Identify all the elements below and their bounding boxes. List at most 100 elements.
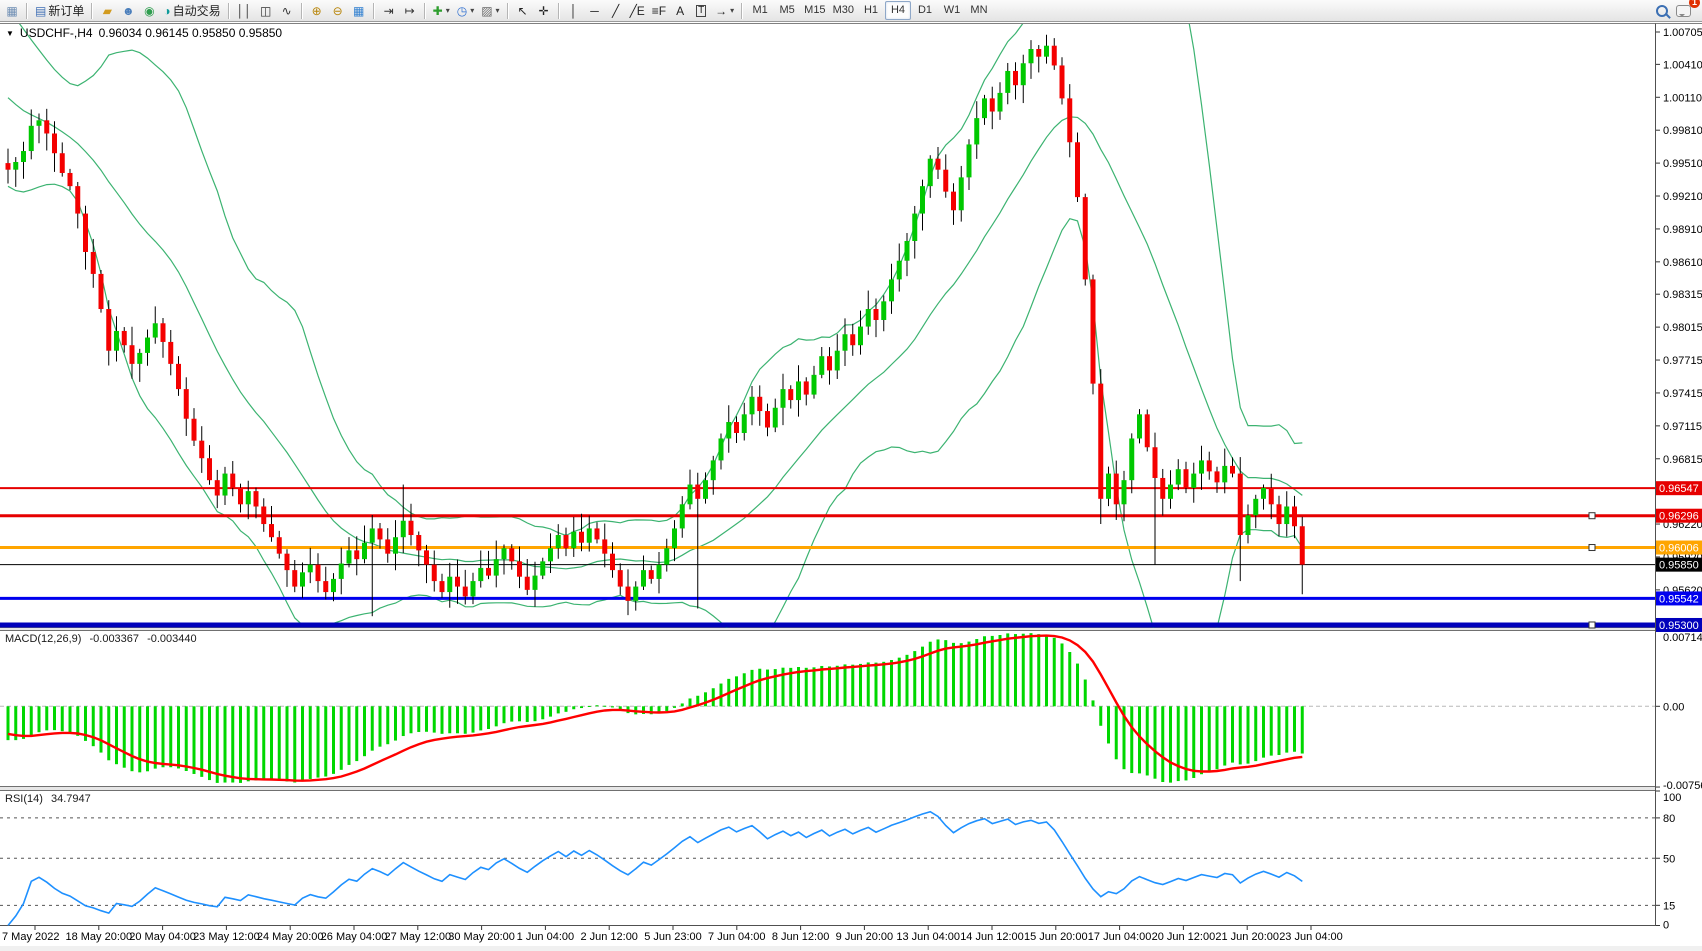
text-button[interactable]: A	[670, 1, 690, 20]
price-axis-label: 0.99810	[1663, 125, 1702, 137]
candle-body	[13, 162, 18, 170]
line-handle[interactable]	[1589, 513, 1595, 519]
candle-body	[44, 120, 49, 133]
candle-body	[114, 331, 119, 351]
macd-bar	[332, 706, 335, 774]
signals-button[interactable]: ◉	[139, 1, 159, 20]
candle-body	[347, 550, 352, 563]
notifications-button[interactable]: 1	[1673, 1, 1694, 20]
auto-scroll-button[interactable]: ⇥	[379, 1, 399, 20]
candle-body	[106, 309, 111, 351]
new-order-button[interactable]: ▤新订单	[32, 1, 87, 20]
candle-body	[331, 579, 336, 592]
fibonacci-button[interactable]: ≡F	[649, 1, 669, 20]
candle-body	[703, 480, 708, 499]
chart-title: ▼ USDCHF-,H4 0.96034 0.96145 0.95850 0.9…	[6, 26, 282, 40]
macd-bar	[1223, 706, 1226, 765]
timeframe-h1-button[interactable]: H1	[858, 1, 884, 20]
candle-body	[285, 554, 290, 570]
timeframe-w1-button[interactable]: W1	[939, 1, 965, 20]
candle-body	[230, 474, 235, 488]
candle-body	[1269, 488, 1274, 504]
candle-body	[1036, 49, 1041, 57]
candle-body	[773, 408, 778, 428]
signals-icon: ◉	[144, 5, 154, 17]
zoom-out-button[interactable]: ⊖	[328, 1, 348, 20]
candle-body	[52, 133, 57, 153]
macd-bar	[673, 706, 676, 708]
auto-trading-icon: ◑	[163, 5, 170, 17]
tile-windows-button[interactable]: ▦	[349, 1, 369, 20]
price-axis-label: 1.00110	[1663, 92, 1702, 104]
candle-body	[595, 528, 600, 539]
macd-bar	[859, 664, 862, 706]
candle-body	[122, 331, 127, 345]
toolbar-separator	[373, 3, 375, 19]
macd-bar	[1084, 680, 1087, 707]
periodicity-button[interactable]: ◷▾	[454, 1, 478, 20]
arrows-button[interactable]: →▾	[712, 1, 737, 20]
horizontal-line-button[interactable]: ─	[585, 1, 605, 20]
symbols-button[interactable]: ▰	[97, 1, 117, 20]
text-icon: A	[676, 5, 684, 17]
chart-shift-button[interactable]: ↦	[400, 1, 420, 20]
macd-bar	[712, 688, 715, 706]
macd-bar	[975, 639, 978, 706]
templates-button[interactable]: ▨▾	[478, 1, 502, 20]
timeframe-m30-button[interactable]: M30	[830, 1, 857, 20]
macd-bar	[1061, 643, 1064, 706]
timeframe-m5-button[interactable]: M5	[774, 1, 800, 20]
toolbar-separator	[91, 3, 93, 19]
equidistant-channel-button[interactable]: ╱E	[627, 1, 648, 20]
timeframe-mn-button[interactable]: MN	[966, 1, 992, 20]
line-chart-icon: ∿	[282, 5, 292, 17]
candle-body	[602, 539, 607, 553]
macd-bar	[293, 706, 296, 782]
cursor-button[interactable]: ↖	[513, 1, 533, 20]
macd-bar	[448, 706, 451, 733]
candle-body	[781, 389, 786, 408]
bar-chart-button[interactable]: ││	[234, 1, 255, 20]
crosshair-button[interactable]: ✛	[534, 1, 554, 20]
macd-bar	[867, 662, 870, 706]
time-axis-label: 15 Jun 20:00	[1024, 931, 1088, 943]
timeframe-d1-button[interactable]: D1	[912, 1, 938, 20]
macd-bar	[952, 643, 955, 706]
timeframe-m1-button[interactable]: M1	[747, 1, 773, 20]
chart-canvas[interactable]: 1.007051.004101.001100.998100.995100.992…	[0, 0, 1702, 946]
candle-body	[478, 568, 483, 581]
macd-bar	[200, 706, 203, 777]
auto-trading-button[interactable]: ◑自动交易	[160, 1, 223, 20]
line-handle[interactable]	[1589, 622, 1595, 628]
candle-body	[1075, 142, 1080, 197]
chart-window-button[interactable]: ▦	[2, 1, 22, 20]
macd-bar	[1154, 706, 1157, 778]
indicators-button[interactable]: ✚▾	[430, 1, 453, 20]
text-label-button[interactable]: T	[691, 1, 711, 20]
timeframe-m15-button[interactable]: M15	[801, 1, 828, 20]
chart-window[interactable]: 1.007051.004101.001100.998100.995100.992…	[0, 0, 1702, 946]
profile-button[interactable]: ☻	[118, 1, 138, 20]
search-button[interactable]	[1652, 1, 1672, 20]
candle-body	[1176, 469, 1181, 484]
macd-bar	[324, 706, 327, 776]
macd-bar	[851, 665, 854, 707]
symbol-dropdown-icon[interactable]: ▼	[6, 29, 14, 38]
candle-body	[91, 252, 96, 274]
arrows-icon: →	[715, 5, 727, 17]
macd-bar	[999, 635, 1002, 706]
candle-body	[238, 488, 243, 504]
line-chart-button[interactable]: ∿	[277, 1, 297, 20]
candle-body	[812, 375, 817, 395]
vertical-line-button[interactable]: │	[564, 1, 584, 20]
zoom-in-button[interactable]: ⊕	[307, 1, 327, 20]
timeframe-h4-button[interactable]: H4	[885, 1, 911, 20]
candle-body	[29, 126, 34, 151]
pane-separator[interactable]	[0, 787, 1702, 790]
candle-body	[827, 356, 832, 370]
trendline-button[interactable]: ╱	[606, 1, 626, 20]
candle-body	[1230, 466, 1235, 474]
candle-chart-button[interactable]: ◫	[256, 1, 276, 20]
macd-bar	[1053, 638, 1056, 706]
line-handle[interactable]	[1589, 545, 1595, 551]
